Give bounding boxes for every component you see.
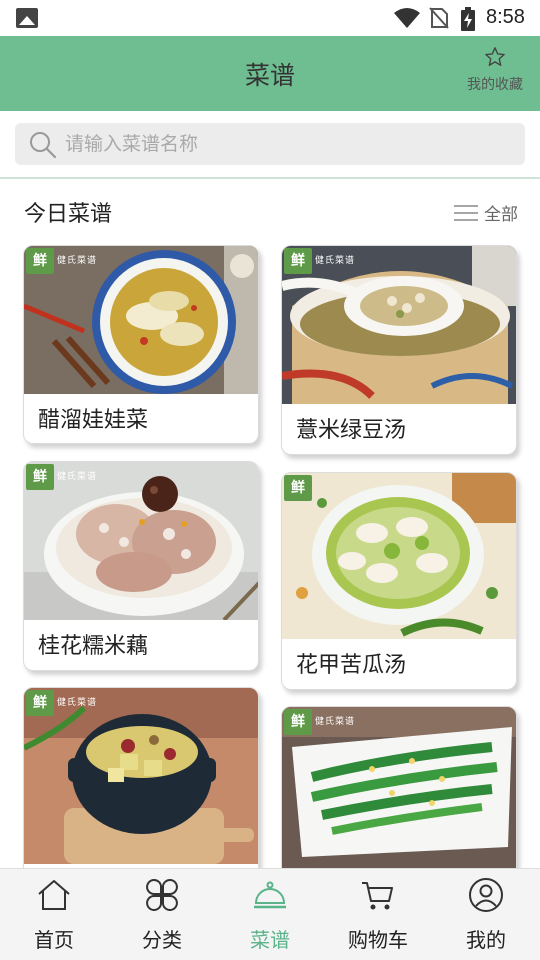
brand-badge-text: 健氏菜谱	[315, 256, 356, 266]
recipe-title: 薏米绿豆汤	[296, 418, 407, 443]
recipe-card[interactable]: 鲜 健氏菜谱	[281, 706, 517, 868]
tab-category[interactable]: 分类	[108, 869, 216, 960]
tab-label: 分类	[142, 928, 182, 952]
brand-badge: 鲜	[26, 464, 54, 490]
tab-label: 菜谱	[250, 928, 290, 952]
recipe-image: 鲜 健氏菜谱	[24, 688, 258, 864]
recipe-image: 鲜 健氏菜谱	[282, 707, 516, 868]
brand-badge-text: 健氏菜谱	[57, 256, 98, 266]
recipe-image: 鲜 健氏菜谱	[24, 462, 258, 620]
tab-home[interactable]: 首页	[0, 869, 108, 960]
recipe-image: 鲜 健氏菜谱	[282, 246, 516, 404]
brand-badge: 鲜	[26, 248, 54, 274]
brand-badge-text: 健氏菜谱	[315, 717, 356, 727]
recipe-card[interactable]: 鲜 健氏菜谱 薏米绿豆汤	[281, 245, 517, 455]
home-icon	[38, 880, 70, 910]
bottom-nav: 首页 分类 菜谱 购物车 我的	[0, 868, 540, 960]
tab-profile[interactable]: 我的	[432, 869, 540, 960]
tab-label: 购物车	[348, 928, 408, 952]
tab-label: 首页	[34, 928, 74, 952]
recipe-grid: 鲜 健氏菜谱 醋溜娃娃菜 鲜 健氏菜谱 薏米绿豆汤 鲜 健氏菜谱 桂花糯米藕 鲜…	[0, 0, 540, 868]
recipe-image: 鲜 健氏菜谱	[24, 246, 258, 394]
cart-icon	[362, 882, 393, 910]
recipe-card[interactable]: 鲜 健氏菜谱	[23, 687, 259, 868]
recipe-card[interactable]: 鲜 花甲苦瓜汤	[281, 472, 517, 690]
category-icon	[146, 879, 178, 911]
brand-badge: 鲜	[284, 709, 312, 735]
brand-badge: 鲜	[284, 248, 312, 274]
recipe-title: 桂花糯米藕	[38, 634, 149, 659]
brand-badge: 鲜	[284, 475, 312, 501]
recipe-image: 鲜	[282, 473, 516, 639]
brand-badge: 鲜	[26, 690, 54, 716]
brand-badge-text: 健氏菜谱	[57, 472, 98, 482]
recipe-card[interactable]: 鲜 健氏菜谱 醋溜娃娃菜	[23, 245, 259, 444]
user-icon	[469, 878, 503, 912]
recipe-title: 花甲苦瓜汤	[296, 653, 407, 678]
brand-badge-text: 健氏菜谱	[57, 698, 98, 708]
tab-label: 我的	[466, 928, 506, 952]
cloche-icon	[254, 881, 286, 909]
tab-cart[interactable]: 购物车	[324, 869, 432, 960]
recipe-card[interactable]: 鲜 健氏菜谱 桂花糯米藕	[23, 461, 259, 671]
tab-recipes[interactable]: 菜谱	[216, 869, 324, 960]
recipe-title: 醋溜娃娃菜	[38, 408, 149, 433]
